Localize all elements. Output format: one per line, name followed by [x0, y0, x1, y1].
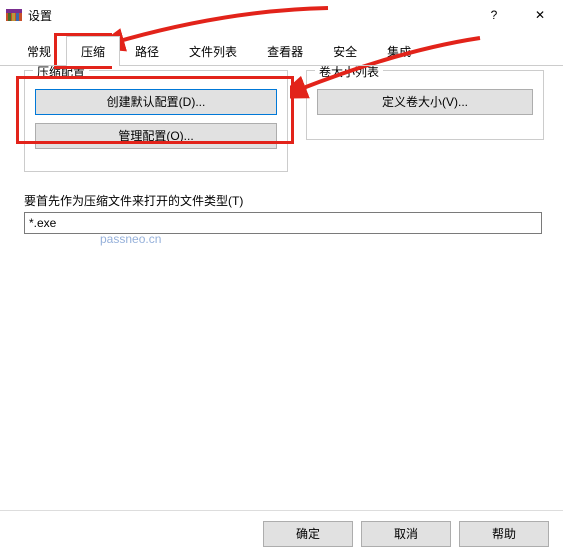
tab-path[interactable]: 路径	[120, 36, 174, 66]
tab-label: 文件列表	[189, 45, 237, 59]
dialog-footer: 确定 取消 帮助	[0, 510, 563, 556]
define-volume-size-button[interactable]: 定义卷大小(V)...	[317, 89, 533, 115]
filetypes-input[interactable]	[24, 212, 542, 234]
tab-filelist[interactable]: 文件列表	[174, 36, 252, 66]
cancel-button[interactable]: 取消	[361, 521, 451, 547]
app-icon	[6, 7, 22, 23]
tab-label: 压缩	[81, 45, 105, 59]
help-button[interactable]: ?	[471, 0, 517, 30]
ok-button[interactable]: 确定	[263, 521, 353, 547]
titlebar: 设置 ? ✕	[0, 0, 563, 30]
filetypes-label: 要首先作为压缩文件来打开的文件类型(T)	[24, 192, 243, 209]
tab-integration[interactable]: 集成	[372, 36, 426, 66]
close-icon: ✕	[535, 8, 545, 22]
groupbox-volume-sizes: 卷大小列表 定义卷大小(V)...	[306, 70, 544, 140]
help-button-footer[interactable]: 帮助	[459, 521, 549, 547]
watermark-text: passneo.cn	[100, 232, 161, 246]
tab-label: 安全	[333, 45, 357, 59]
tab-viewer[interactable]: 查看器	[252, 36, 318, 66]
manage-profiles-button[interactable]: 管理配置(O)...	[35, 123, 277, 149]
tab-strip: 常规 压缩 路径 文件列表 查看器 安全 集成	[0, 36, 563, 66]
tab-label: 常规	[27, 45, 51, 59]
tab-general[interactable]: 常规	[12, 36, 66, 66]
tab-security[interactable]: 安全	[318, 36, 372, 66]
tab-compression[interactable]: 压缩	[66, 36, 120, 66]
tab-label: 路径	[135, 45, 159, 59]
close-button[interactable]: ✕	[517, 0, 563, 30]
create-default-profile-button[interactable]: 创建默认配置(D)...	[35, 89, 277, 115]
help-icon: ?	[491, 8, 498, 22]
window-title: 设置	[28, 7, 471, 24]
groupbox-compression-profiles: 压缩配置 创建默认配置(D)... 管理配置(O)...	[24, 70, 288, 172]
tab-label: 集成	[387, 45, 411, 59]
tab-label: 查看器	[267, 45, 303, 59]
